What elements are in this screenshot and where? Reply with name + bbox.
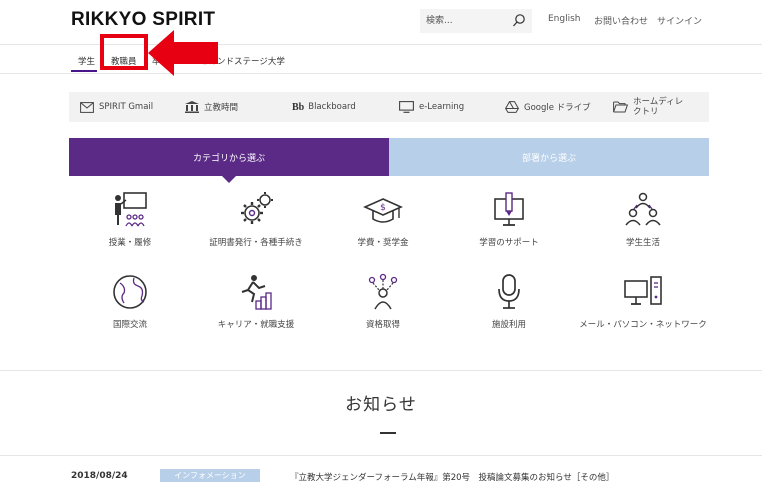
service-label: SPIRIT Gmail [99, 102, 154, 112]
tab-by-department[interactable]: 部署から選ぶ [389, 138, 709, 176]
service-blackboard[interactable]: Bb Blackboard [292, 92, 356, 122]
tabs-divider [0, 73, 762, 74]
service-spirit-gmail[interactable]: SPIRIT Gmail [80, 92, 153, 122]
category-label: 学習のサポート [479, 238, 539, 248]
service-elearning[interactable]: e-Learning [399, 92, 464, 122]
service-label: Google ドライブ [524, 103, 591, 113]
category-label: メール・パソコン・ネットワーク [579, 320, 707, 330]
site-logo[interactable]: RIKKYO SPIRIT [71, 9, 215, 31]
search-box [420, 9, 532, 33]
blackboard-icon: Bb [292, 101, 305, 113]
classroom-icon [115, 192, 147, 227]
monitor-pen-icon [494, 192, 524, 226]
category-tuition[interactable]: $ 学費・奨学金 [313, 191, 453, 250]
news-list-divider [0, 455, 762, 456]
highlight-box [100, 34, 148, 70]
search-input[interactable] [426, 13, 506, 29]
globe-icon [113, 275, 147, 309]
students-icon [625, 192, 661, 226]
gears-icon [241, 192, 273, 224]
service-home-directory[interactable]: ホームディレクトリ [613, 92, 689, 122]
monitor-icon [399, 101, 414, 113]
service-label: e-Learning [419, 102, 465, 112]
service-google-drive[interactable]: Google ドライブ [505, 92, 591, 122]
category-learning-support[interactable]: 学習のサポート [439, 191, 579, 250]
svg-text:$: $ [380, 203, 386, 213]
category-international[interactable]: 国際交流 [60, 273, 200, 332]
active-tab-underline [71, 70, 97, 72]
active-tab-pointer [221, 175, 237, 183]
tab-students[interactable]: 学生 [78, 55, 95, 67]
contact-link[interactable]: お問い合わせ [594, 14, 648, 27]
category-facilities[interactable]: 施設利用 [439, 273, 579, 332]
service-label: 立教時間 [204, 103, 239, 113]
signin-link[interactable]: サインイン [657, 14, 702, 27]
folder-icon [613, 101, 628, 113]
category-label: 授業・履修 [108, 238, 152, 248]
microphone-icon [498, 274, 520, 309]
news-date: 2018/08/24 [71, 471, 128, 481]
category-label: キャリア・就職支援 [217, 320, 295, 330]
service-label: ホームディレクトリ [633, 97, 684, 117]
english-link[interactable]: English [548, 14, 581, 24]
category-student-life[interactable]: 学生生活 [573, 191, 713, 250]
category-career[interactable]: キャリア・就職支援 [186, 273, 326, 332]
news-heading-underline [380, 432, 396, 434]
computer-icon [624, 276, 662, 305]
category-certificates[interactable]: 証明書発行・各種手続き [186, 191, 326, 250]
category-qualifications[interactable]: 資格取得 [313, 273, 453, 332]
category-label: 学生生活 [625, 238, 660, 248]
category-classes[interactable]: 授業・履修 [60, 191, 200, 250]
search-icon[interactable] [512, 13, 526, 29]
category-label: 証明書発行・各種手続き [209, 238, 303, 248]
red-arrow-icon [148, 30, 218, 76]
qualification-icon [368, 273, 398, 310]
mail-icon [80, 101, 94, 113]
news-item-link[interactable]: 『立教大学ジェンダーフォーラム年報』第20号 投稿論文募集のお知らせ［その他］ [290, 471, 614, 482]
service-rikkyo-jikan[interactable]: 立教時間 [185, 92, 238, 122]
google-drive-icon [505, 101, 519, 113]
news-category-badge: インフォメーション [160, 469, 260, 482]
category-label: 資格取得 [365, 320, 400, 330]
news-divider [0, 370, 762, 371]
graduation-cap-icon: $ [363, 198, 403, 223]
service-label: Blackboard [308, 102, 356, 112]
category-label: 学費・奨学金 [357, 238, 409, 248]
building-icon [185, 101, 199, 113]
services-bar: SPIRIT Gmail 立教時間 Bb Blackboard e-Learni… [69, 92, 709, 122]
tab-by-category[interactable]: カテゴリから選ぶ [69, 138, 389, 176]
career-runner-icon [241, 275, 272, 310]
category-label: 施設利用 [491, 320, 526, 330]
news-heading: お知らせ [345, 395, 417, 415]
category-label: 国際交流 [112, 320, 147, 330]
category-email-pc-network[interactable]: メール・パソコン・ネットワーク [573, 273, 713, 332]
